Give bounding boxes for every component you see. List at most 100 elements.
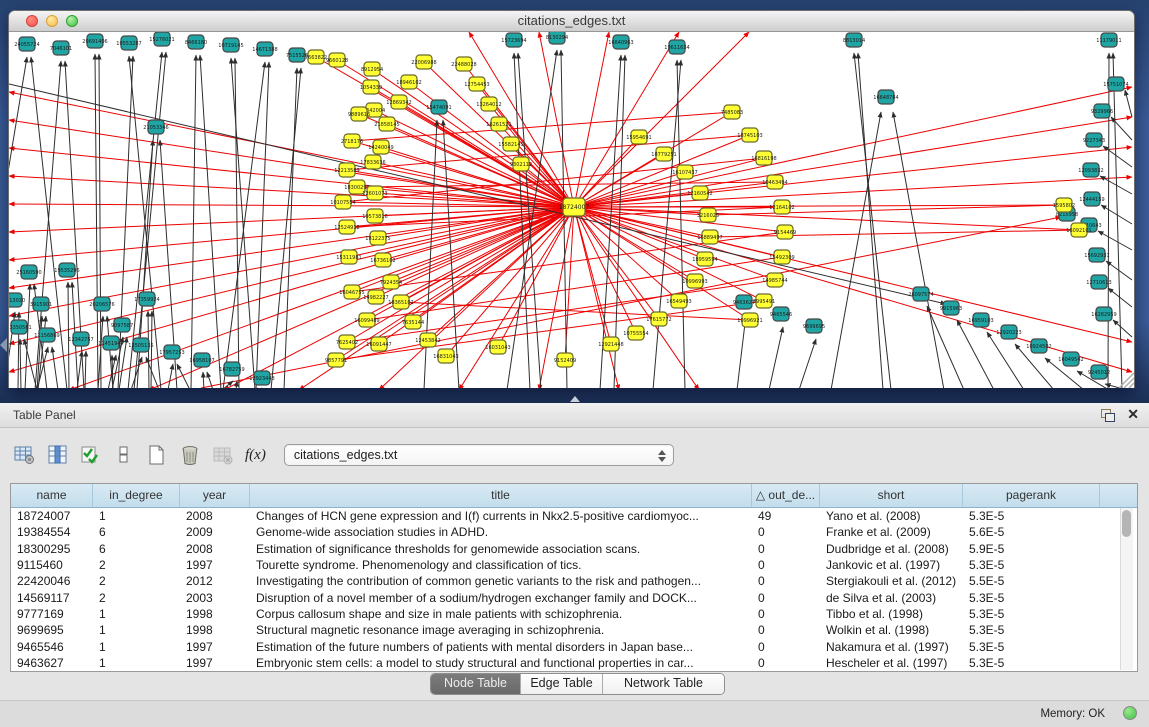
cell-in_degree: 2: [93, 591, 180, 605]
table-vertical-scrollbar[interactable]: [1120, 508, 1133, 670]
zoom-window-button[interactable]: [66, 15, 78, 27]
svg-text:8215958: 8215958: [1056, 212, 1078, 218]
cell-short: Jankovic et al. (1997): [820, 558, 963, 572]
tab-node-table[interactable]: Node Table: [431, 674, 521, 694]
table-column-icon: [49, 446, 66, 463]
svg-text:12505135: 12505135: [128, 343, 153, 349]
column-header-name[interactable]: name: [11, 484, 93, 507]
cell-pagerank: 5.3E-5: [963, 591, 1100, 605]
cell-pagerank: 5.3E-5: [963, 640, 1100, 654]
column-header-pagerank[interactable]: pagerank: [963, 484, 1100, 507]
create-column-button[interactable]: [146, 444, 168, 466]
cell-in_degree: 6: [93, 542, 180, 556]
svg-text:26097574: 26097574: [908, 292, 933, 298]
cell-out_de: 0: [752, 640, 820, 654]
scrollbar-thumb[interactable]: [1122, 510, 1131, 537]
column-header-year[interactable]: year: [180, 484, 250, 507]
change-table-mode-button[interactable]: [14, 444, 36, 466]
svg-text:8130294: 8130294: [546, 35, 568, 41]
svg-text:12754453: 12754453: [464, 82, 489, 88]
table-panel-title: Table Panel: [13, 408, 76, 422]
node-table[interactable]: namein_degreeyeartitle△ out_de...shortpa…: [10, 483, 1138, 672]
svg-text:20691406: 20691406: [82, 39, 107, 45]
svg-text:11156869: 11156869: [34, 333, 59, 339]
function-builder-button[interactable]: f(x): [245, 447, 266, 464]
cell-year: 2003: [180, 591, 250, 605]
svg-text:19573816: 19573816: [362, 214, 387, 220]
svg-text:9857791: 9857791: [325, 358, 347, 364]
column-header-in_degree[interactable]: in_degree: [93, 484, 180, 507]
svg-text:16031043: 16031043: [485, 345, 510, 351]
table-row[interactable]: 1938455462009Genome-wide association stu…: [11, 524, 1137, 540]
table-row[interactable]: 977716911998Corpus callosum shape and si…: [11, 606, 1137, 622]
svg-text:15751074: 15751074: [1103, 82, 1128, 88]
column-header-short[interactable]: short: [820, 484, 963, 507]
table-row[interactable]: 946554611997Estimation of the future num…: [11, 638, 1137, 654]
cell-in_degree: 1: [93, 640, 180, 654]
cell-name: 9465546: [11, 640, 93, 654]
svg-text:16099489: 16099489: [354, 318, 379, 324]
table-row[interactable]: 911546021997Tourette syndrome. Phenomeno…: [11, 557, 1137, 573]
svg-text:8813014: 8813014: [843, 38, 865, 44]
cell-title: Embryonic stem cells: a model to study s…: [250, 656, 752, 670]
network-canvas[interactable]: 2405572470461012069140610553287152760218…: [9, 32, 1134, 388]
close-panel-icon[interactable]: ✕: [1127, 406, 1139, 422]
delete-column-button[interactable]: [179, 444, 201, 466]
tab-edge-table[interactable]: Edge Table: [521, 674, 603, 694]
table-row[interactable]: 946362711997Embryonic stem cells: a mode…: [11, 655, 1137, 671]
cell-short: Yano et al. (2008): [820, 509, 963, 523]
row-height-button[interactable]: [113, 444, 135, 466]
svg-text:11451944: 11451944: [98, 341, 123, 347]
float-panel-icon[interactable]: [1101, 409, 1115, 422]
memory-ok-icon: [1123, 706, 1137, 720]
table-row[interactable]: 2242004622012Investigating the contribut…: [11, 573, 1137, 589]
svg-text:16549493: 16549493: [666, 299, 691, 305]
svg-text:7924354: 7924354: [380, 280, 402, 286]
table-row[interactable]: 1830029562008Estimation of significance …: [11, 541, 1137, 557]
cell-in_degree: 2: [93, 558, 180, 572]
close-window-button[interactable]: [26, 15, 38, 27]
table-row[interactable]: 969969511998Structural magnetic resonanc…: [11, 622, 1137, 638]
table-row[interactable]: 1456911722003Disruption of a novel membe…: [11, 589, 1137, 605]
table-header-row: namein_degreeyeartitle△ out_de...shortpa…: [11, 484, 1137, 508]
network-window[interactable]: citations_edges.txt 24055724704610120691…: [8, 10, 1135, 388]
cell-pagerank: 5.3E-5: [963, 656, 1100, 670]
cell-name: 9699695: [11, 623, 93, 637]
svg-text:18365102: 18365102: [388, 300, 413, 306]
cell-name: 9115460: [11, 558, 93, 572]
window-titlebar[interactable]: citations_edges.txt: [9, 11, 1134, 32]
column-header-out_de[interactable]: △ out_de...: [752, 484, 820, 507]
svg-text:16046755: 16046755: [339, 290, 364, 296]
table-gear-icon: [15, 447, 34, 464]
svg-text:18724007: 18724007: [559, 204, 590, 211]
svg-text:22006988: 22006988: [411, 60, 436, 66]
svg-text:16261521: 16261521: [486, 122, 511, 128]
svg-text:18959594: 18959594: [692, 257, 717, 263]
citation-network-graph[interactable]: 2405572470461012069140610553287152760218…: [9, 32, 1134, 388]
column-selector-button[interactable]: [47, 444, 69, 466]
tab-network-table[interactable]: Network Table: [603, 674, 724, 694]
cell-year: 2008: [180, 542, 250, 556]
cell-name: 9777169: [11, 607, 93, 621]
svg-text:12453842: 12453842: [415, 338, 440, 344]
select-all-button[interactable]: [80, 444, 102, 466]
table-panel-header[interactable]: Table Panel ✕: [0, 403, 1149, 428]
svg-text:24055724: 24055724: [14, 42, 39, 48]
svg-text:14985744: 14985744: [762, 278, 787, 284]
minimize-window-button[interactable]: [46, 15, 58, 27]
svg-text:10719145: 10719145: [218, 43, 243, 49]
svg-text:7663822: 7663822: [305, 55, 327, 61]
column-header-title[interactable]: title: [250, 484, 752, 507]
table-row[interactable]: 1872400712008Changes of HCN gene express…: [11, 508, 1137, 524]
svg-text:12164102: 12164102: [769, 205, 794, 211]
panel-collapse-handle[interactable]: [0, 338, 7, 352]
table-selector-dropdown[interactable]: citations_edges.txt: [284, 444, 674, 466]
cell-name: 9463627: [11, 656, 93, 670]
svg-text:2718176: 2718176: [341, 139, 363, 145]
table-selector-value: citations_edges.txt: [294, 448, 398, 462]
svg-text:22488028: 22488028: [451, 62, 476, 68]
cell-out_de: 0: [752, 542, 820, 556]
screen: { "window": { "title": "citations_edges.…: [0, 0, 1149, 727]
cell-out_de: 0: [752, 525, 820, 539]
splitter-grip[interactable]: [570, 396, 580, 402]
